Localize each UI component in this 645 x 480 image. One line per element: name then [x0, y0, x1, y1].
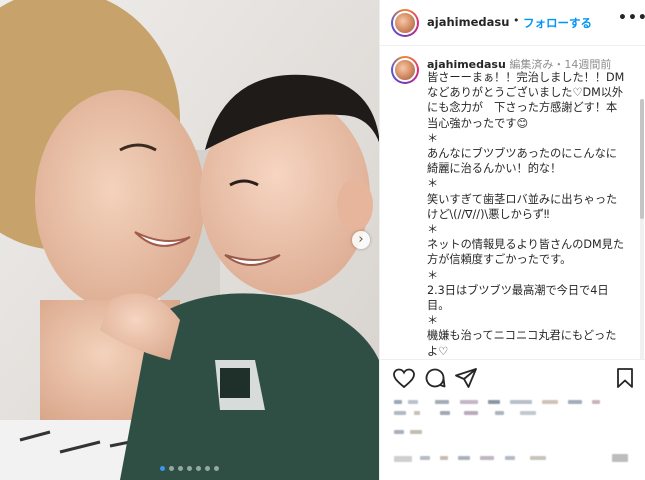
caption-text: 皆さーーまぁ！！完治しました！！DMなどありがとうございました♡DM以外にも念力…: [427, 71, 625, 358]
blurred-text: [420, 456, 430, 460]
blurred-text: [592, 400, 600, 404]
blurred-text: [435, 400, 449, 404]
carousel-dot: [214, 466, 219, 471]
blurred-text: [542, 400, 558, 404]
post-header: ajahimedasu • フォローする •••: [380, 0, 645, 46]
blurred-text: [458, 456, 470, 460]
carousel-indicator: [0, 466, 379, 471]
username-link[interactable]: ajahimedasu: [427, 15, 509, 29]
blurred-text: [460, 400, 478, 404]
blurred-text: [440, 456, 448, 460]
carousel-dot: [205, 466, 210, 471]
avatar[interactable]: [391, 9, 419, 37]
blurred-text: [520, 411, 536, 415]
heart-icon[interactable]: [392, 366, 416, 390]
comment-icon[interactable]: [423, 366, 447, 390]
caption-avatar[interactable]: [391, 56, 419, 84]
caption-area[interactable]: ajahimedasu 編集済み・14週間前 皆さーーまぁ！！完治しました！！D…: [380, 47, 645, 360]
chevron-right-icon: ›: [358, 232, 364, 247]
carousel-next-button[interactable]: ›: [352, 231, 370, 249]
blurred-text: [530, 456, 546, 460]
action-bar: [380, 362, 645, 392]
carousel-dot: [160, 466, 165, 471]
carousel-dot: [178, 466, 183, 471]
scrollbar-thumb[interactable]: [640, 99, 644, 219]
separator-dot: •: [513, 14, 520, 27]
likes-and-comment-area-blurred: [380, 394, 645, 480]
blurred-text: [505, 456, 515, 460]
caption-scrollbar[interactable]: [640, 99, 644, 359]
carousel-dot: [187, 466, 192, 471]
carousel-dot: [196, 466, 201, 471]
blurred-text: [394, 411, 406, 415]
photo-illustration: [0, 0, 379, 480]
post-photo[interactable]: ›: [0, 0, 379, 480]
blurred-text: [394, 456, 412, 462]
follow-button[interactable]: フォローする: [523, 15, 592, 31]
blurred-text: [414, 411, 420, 415]
bookmark-icon[interactable]: [613, 366, 637, 390]
blurred-text: [480, 456, 494, 460]
blurred-text: [612, 454, 628, 462]
blurred-text: [394, 430, 404, 434]
blurred-text: [394, 400, 402, 404]
blurred-text: [464, 411, 478, 415]
carousel-dot: [169, 466, 174, 471]
blurred-text: [510, 400, 532, 404]
share-icon[interactable]: [454, 366, 478, 390]
blurred-text: [488, 400, 500, 404]
more-icon[interactable]: •••: [618, 10, 645, 26]
blurred-text: [568, 400, 582, 404]
blurred-text: [440, 411, 450, 415]
blurred-text: [495, 411, 504, 415]
post-side-panel: ajahimedasu • フォローする ••• ajahimedasu 編集済…: [379, 0, 645, 480]
blurred-text: [408, 400, 418, 404]
blurred-text: [410, 430, 422, 434]
